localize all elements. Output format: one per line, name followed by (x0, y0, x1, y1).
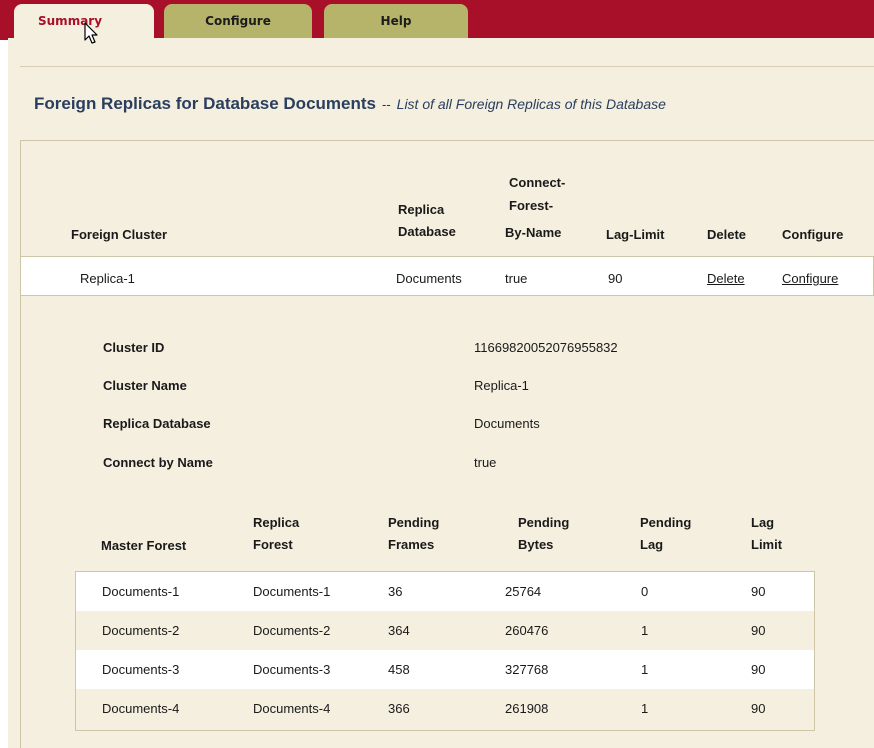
header-delete: Delete (707, 227, 747, 242)
cluster-name-value: Replica-1 (474, 378, 529, 393)
cell-master-forest: Documents-3 (102, 662, 180, 677)
forest-table: Documents-1 Documents-1 36 25764 0 90 Do… (75, 571, 815, 731)
cell-connect-by-name: true (505, 271, 528, 286)
header-replica-database-line1: Replica (398, 202, 445, 217)
cell-lag-limit: 90 (751, 584, 766, 599)
cell-lag-limit: 90 (608, 271, 623, 286)
cell-foreign-cluster: Replica-1 (80, 271, 135, 286)
header-pending-frames-line1: Pending (388, 515, 440, 530)
page-description: List of all Foreign Replicas of this Dat… (396, 96, 666, 112)
header-replica-forest-line2: Forest (253, 537, 293, 552)
header-foreign-cluster: Foreign Cluster (71, 227, 168, 242)
header-lag-limit-line2: Limit (751, 537, 783, 552)
mouse-pointer-icon (84, 22, 98, 44)
header-replica-database-line2: Database (398, 224, 456, 239)
cell-replica-forest: Documents-1 (253, 584, 331, 599)
cell-pending-bytes: 25764 (505, 584, 542, 599)
header-pending-bytes-line1: Pending (518, 515, 570, 530)
header-lag-limit-line1: Lag (751, 515, 775, 530)
cluster-id-value: 11669820052076955832 (474, 340, 618, 355)
tab-configure[interactable]: Configure (164, 4, 312, 40)
page-title: Foreign Replicas for Database Documents (34, 94, 376, 113)
header-lag-limit: Lag-Limit (606, 227, 665, 242)
cell-pending-lag: 1 (641, 701, 649, 716)
header-connect-line2: Forest- (509, 198, 554, 213)
cell-pending-lag: 1 (641, 662, 649, 677)
connect-by-name-value: true (474, 455, 497, 470)
cell-lag-limit: 90 (751, 623, 766, 638)
cell-replica-forest: Documents-4 (253, 701, 331, 716)
header-configure: Configure (782, 227, 844, 242)
header-pending-lag-line2: Lag (640, 537, 664, 552)
tab-help[interactable]: Help (324, 4, 468, 40)
replica-database-label: Replica Database (103, 416, 211, 431)
header-replica-forest-line1: Replica (253, 515, 300, 530)
connect-by-name-label: Connect by Name (103, 455, 213, 470)
cell-pending-lag: 0 (641, 584, 649, 599)
delete-link[interactable]: Delete (707, 271, 745, 286)
header-pending-frames-line2: Frames (388, 537, 435, 552)
page-heading: Foreign Replicas for Database Documents -… (34, 94, 666, 114)
header-master-forest: Master Forest (101, 538, 187, 553)
header-pending-bytes-line2: Bytes (518, 537, 554, 552)
table-row: Documents-3 Documents-3 458 327768 1 90 (76, 650, 814, 689)
table-row: Documents-4 Documents-4 366 261908 1 90 (76, 689, 814, 728)
replica-database-value: Documents (474, 416, 540, 431)
cluster-id-label: Cluster ID (103, 340, 165, 355)
cell-pending-frames: 36 (388, 584, 403, 599)
divider (20, 66, 874, 67)
configure-link[interactable]: Configure (782, 271, 838, 286)
cell-pending-frames: 458 (388, 662, 410, 677)
heading-separator: -- (381, 97, 391, 112)
cell-replica-forest: Documents-3 (253, 662, 331, 677)
cell-lag-limit: 90 (751, 662, 766, 677)
cell-pending-bytes: 261908 (505, 701, 549, 716)
cell-pending-frames: 366 (388, 701, 410, 716)
table-row: Documents-1 Documents-1 36 25764 0 90 (76, 572, 814, 611)
table-row: Documents-2 Documents-2 364 260476 1 90 (76, 611, 814, 650)
cell-pending-bytes: 327768 (505, 662, 549, 677)
cell-pending-frames: 364 (388, 623, 410, 638)
header-pending-lag-line1: Pending (640, 515, 692, 530)
cell-replica-database: Documents (396, 271, 462, 286)
header-connect-line1: Connect- (509, 175, 566, 190)
cell-pending-bytes: 260476 (505, 623, 549, 638)
cell-master-forest: Documents-4 (102, 701, 180, 716)
cell-pending-lag: 1 (641, 623, 649, 638)
cell-master-forest: Documents-2 (102, 623, 180, 638)
cell-lag-limit: 90 (751, 701, 766, 716)
cell-master-forest: Documents-1 (102, 584, 180, 599)
header-connect-line3: By-Name (505, 225, 562, 240)
cluster-name-label: Cluster Name (103, 378, 187, 393)
cell-replica-forest: Documents-2 (253, 623, 331, 638)
